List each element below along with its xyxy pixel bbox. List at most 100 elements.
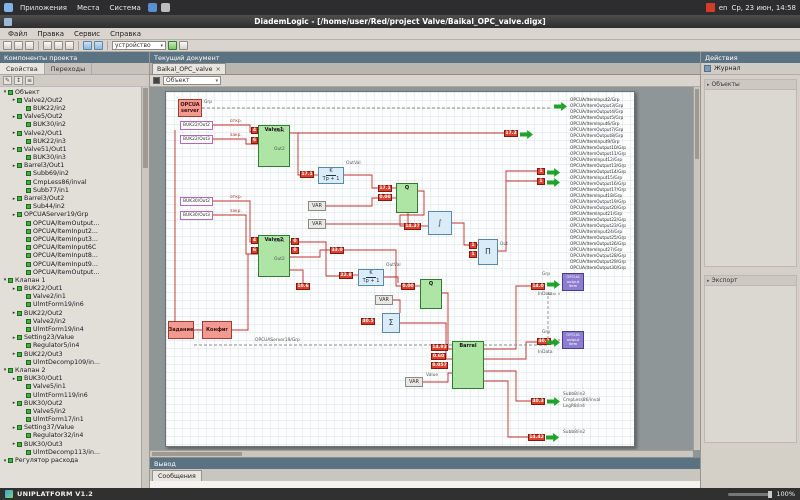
var-block[interactable]: VAR [308,201,326,211]
setpoint-block[interactable]: Задание [168,321,194,339]
tree-item[interactable]: ▾Регулятор расхода [0,456,141,464]
document-tab[interactable]: Baikal_OPC_valve × [152,63,226,74]
tree-item[interactable]: ▾Объект [0,88,141,96]
tree-item[interactable]: BUK22/in2 [0,104,141,112]
tree-item[interactable]: ▸Valve51/Out1 [0,145,141,153]
mode-toggle[interactable] [153,77,160,84]
var-block[interactable]: VAR [405,377,423,387]
cut-icon[interactable] [43,41,52,50]
tree-item[interactable]: UlmtDecomp109/in... [0,358,141,366]
tree-item[interactable]: Regulator32/in4 [0,432,141,440]
tree-item[interactable]: BUK22/in3 [0,137,141,145]
signal-tag[interactable]: BUK22/Out3 [180,135,213,144]
tree-item[interactable]: ▸Valve2/Out1 [0,129,141,137]
tree-item[interactable]: Valve5/in2 [0,407,141,415]
zoom-slider[interactable] [728,493,772,496]
transfer-fn-block[interactable]: KTp + 1 [318,167,344,184]
run-icon[interactable] [168,41,177,50]
tree-scrollbar-thumb[interactable] [143,88,148,168]
canvas-vscroll-thumb[interactable] [695,89,699,159]
actions-section-header[interactable]: ▸ Экспорт [705,276,796,286]
canvas-vertical-scrollbar[interactable] [693,87,700,450]
tree-item[interactable]: ▸BUK30/Out3 [0,440,141,448]
clock[interactable]: Ср, 23 июн, 14:58 [731,4,796,12]
tree-item[interactable]: OPCUA/ItemInput6C [0,244,141,252]
barrel-block[interactable]: Barrel [452,341,484,389]
sum-block[interactable]: Σ [382,313,400,333]
tree-item[interactable]: UlmtDecomp113/in... [0,448,141,456]
list-icon[interactable]: ≡ [25,76,34,85]
zoom-slider-thumb[interactable] [768,491,772,498]
canvas-hscroll-thumb[interactable] [152,452,242,456]
new-file-icon[interactable] [3,41,12,50]
actions-section-header[interactable]: ▸ Объекты [705,80,796,90]
components-tab-properties[interactable]: Свойства [0,63,45,74]
var-block[interactable]: VAR [308,219,326,229]
menu-edit[interactable]: Правка [33,30,68,38]
keyboard-layout-indicator[interactable]: en [719,4,728,12]
tree-item[interactable]: ▸Barrel3/Out2 [0,194,141,202]
tree-item[interactable]: Sub44/in2 [0,203,141,211]
tree-item[interactable]: ▸Setting23/Value [0,334,141,342]
tree-item[interactable]: Valve2/in1 [0,293,141,301]
opcua-output-item-block[interactable]: OPCUAoutputitem [562,331,584,349]
q-block[interactable]: Q [396,183,418,213]
integrator-block[interactable]: ∫ [428,211,452,235]
tree-item[interactable]: ▸BUK30/Out2 [0,399,141,407]
applications-menu[interactable]: Приложения [17,4,70,12]
tree-item[interactable]: Subb77/in1 [0,186,141,194]
transfer-fn-block[interactable]: KTp + 1 [358,269,384,286]
distro-menu-icon[interactable] [4,3,13,12]
tree-item[interactable]: BUK30/in3 [0,154,141,162]
device-selector[interactable]: устройство ▾ [112,41,166,50]
opcua-server-block[interactable]: OPCUAserver [178,99,202,117]
canvas-horizontal-scrollbar[interactable] [150,450,693,457]
edit-icon[interactable]: ✎ [3,76,12,85]
opcua-output-item-block[interactable]: OPCUAoutputitem [562,273,584,291]
tree-scrollbar[interactable] [141,87,149,488]
system-menu[interactable]: Система [107,4,144,12]
tree-item[interactable]: OPCUA/ItemOutput... [0,268,141,276]
tree-item[interactable]: ▸BUK22/Out2 [0,309,141,317]
tree-item[interactable]: ▸Valve5/Out2 [0,113,141,121]
launcher-icon-1[interactable] [148,3,157,12]
signal-tag[interactable]: BUK30/Out3 [180,211,213,220]
menu-help[interactable]: Справка [106,30,145,38]
tree-item[interactable]: ▸BUK22/Out3 [0,350,141,358]
tree-item[interactable]: BUK30/in2 [0,121,141,129]
tree-item[interactable]: OPCUA/ItemInput3... [0,235,141,243]
tree-item[interactable]: UlmtForm19/in4 [0,325,141,333]
journal-button[interactable]: Журнал [701,63,800,75]
tree-item[interactable]: ▸Valve2/Out2 [0,96,141,104]
menu-service[interactable]: Сервис [70,30,104,38]
close-icon[interactable]: × [215,65,220,73]
object-selector[interactable]: Объект ▾ [163,76,221,85]
signal-tag[interactable]: BUK30/Out2 [180,197,213,206]
places-menu[interactable]: Места [74,4,103,12]
tree-item[interactable]: ▾Клапан 2 [0,366,141,374]
config-block[interactable]: Конфиг [202,321,232,339]
diagram-canvas[interactable]: OPCUAserverBUK22/Out2BUK22/Out3Valve1KTp… [150,87,700,457]
copy-icon[interactable] [54,41,63,50]
tree-item[interactable]: UlmtForm119/in6 [0,391,141,399]
tree-item[interactable]: Regulator5/in4 [0,342,141,350]
menu-file[interactable]: Файл [4,30,31,38]
components-tab-transitions[interactable]: Переходы [45,63,92,74]
pi-block[interactable]: П [478,239,498,265]
tree-item[interactable]: CmpLess86/inval [0,178,141,186]
signal-tag[interactable]: BUK22/Out2 [180,121,213,130]
tree-item[interactable]: Valve2/in2 [0,317,141,325]
sort-icon[interactable]: ↕ [14,76,23,85]
tree-item[interactable]: ▸BUK22/Out1 [0,285,141,293]
redo-icon[interactable] [94,41,103,50]
tree-item[interactable]: Subb69/in2 [0,170,141,178]
paste-icon[interactable] [65,41,74,50]
tree-item[interactable]: ▸OPCUAServer19/Grp [0,211,141,219]
launcher-icon-2[interactable] [161,3,170,12]
tree-item[interactable]: ▸Setting37/Value [0,424,141,432]
tree-item[interactable]: OPCUA/ItemInput2... [0,227,141,235]
open-file-icon[interactable] [14,41,23,50]
download-icon[interactable] [179,41,188,50]
tree-item[interactable]: OPCUA/ItemInput9... [0,260,141,268]
tree-item[interactable]: OPCUA/ItemInput8... [0,252,141,260]
